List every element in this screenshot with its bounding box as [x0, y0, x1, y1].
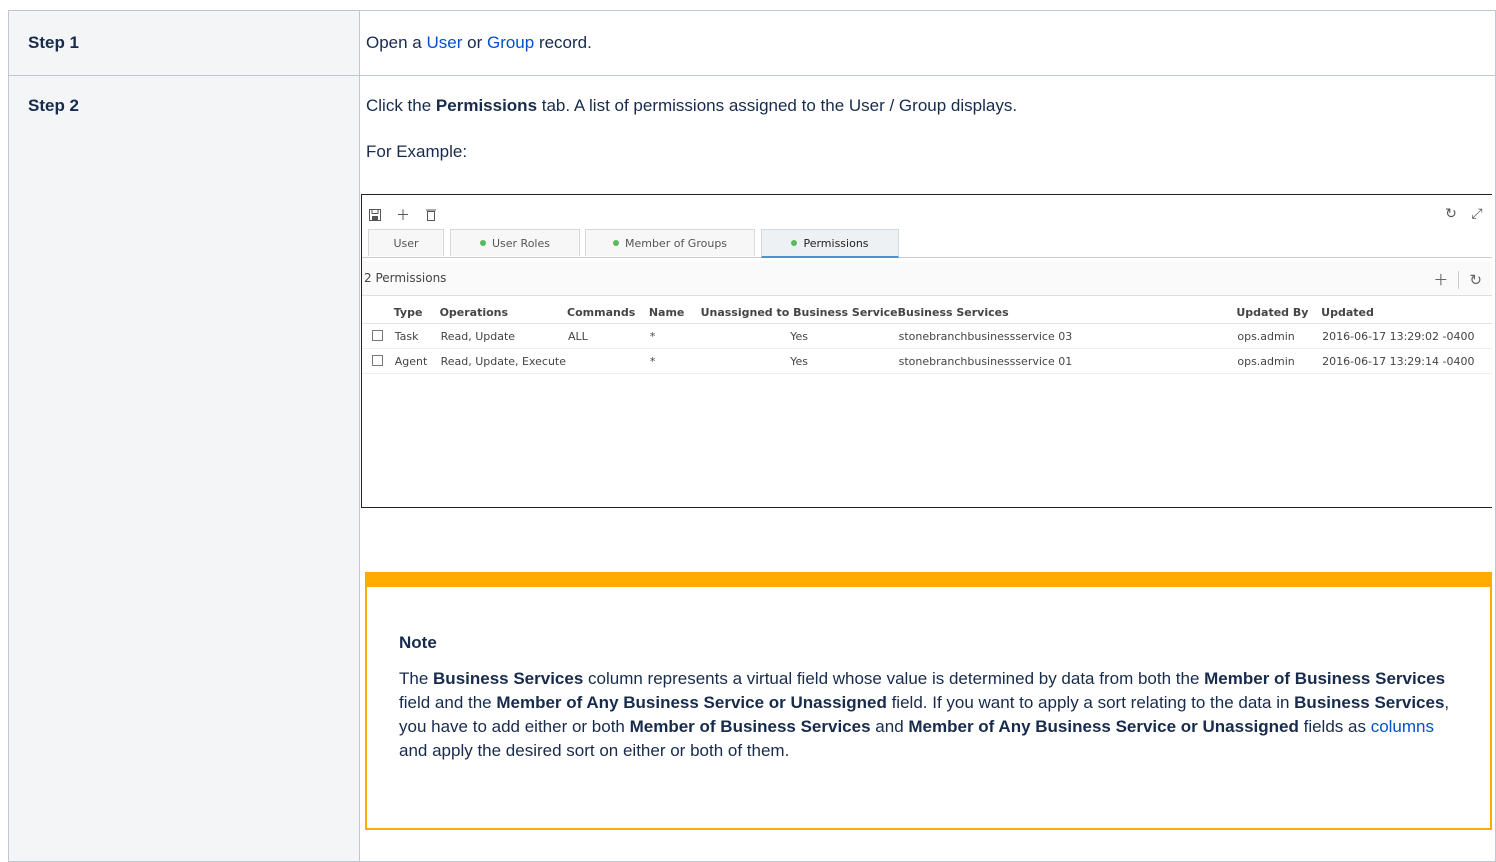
cell-unassigned: Yes	[790, 329, 808, 343]
column-header	[362, 301, 394, 324]
step-row: Step 1 Open a User or Group record.	[8, 10, 1496, 76]
table-row[interactable]: Task Read, Update ALL * Yes stonebranchb…	[362, 324, 1492, 349]
cell-updated: 2016-06-17 13:29:14 -0400	[1322, 354, 1475, 368]
expand-icon[interactable]: ⤢	[1470, 206, 1484, 222]
cell-updated-by: ops.admin	[1237, 329, 1295, 343]
step-header-cell: Step 2	[8, 75, 360, 862]
record-details-icon[interactable]	[372, 355, 384, 366]
record-tabs: User User Roles Member of Groups Permiss…	[362, 229, 1492, 258]
add-icon[interactable]: ＋	[396, 208, 410, 224]
step-content-cell: Open a User or Group record.	[359, 10, 1496, 76]
column-header[interactable]: Type	[393, 301, 440, 324]
column-header[interactable]: Commands	[567, 301, 649, 324]
tab-user[interactable]: User	[368, 229, 444, 256]
save-icon[interactable]	[368, 208, 382, 222]
step-1-text: Open a User or Group record.	[366, 33, 592, 52]
tab-member-of-groups[interactable]: Member of Groups	[585, 229, 755, 256]
note-body: The Business Services column represents …	[399, 669, 1450, 760]
cell-commands: ALL	[568, 329, 588, 343]
columns-link[interactable]: columns	[1371, 717, 1434, 736]
permissions-actions: ＋ ↻	[1433, 269, 1482, 290]
column-header[interactable]: Unassigned to Business Service	[700, 301, 898, 324]
permissions-header: 2 Permissions ＋ ↻	[362, 261, 1492, 296]
grid-header-row: Type Operations Commands Name Unassigned…	[362, 301, 1492, 324]
cell-type: Agent	[394, 354, 428, 368]
step-header-cell: Step 1	[8, 10, 360, 76]
column-header[interactable]: Name	[648, 301, 701, 324]
refresh-permissions-icon[interactable]: ↻	[1469, 271, 1482, 289]
divider	[1458, 270, 1460, 289]
cell-unassigned: Yes	[790, 354, 808, 368]
note-title: Note	[399, 633, 437, 652]
step-label: Step 1	[28, 33, 80, 52]
delete-icon[interactable]	[424, 208, 438, 222]
column-header[interactable]: Operations	[439, 301, 568, 324]
record-details-icon[interactable]	[372, 330, 384, 341]
step-2-text: Click the Permissions tab. A list of per…	[366, 96, 1018, 115]
cell-type: Task	[394, 329, 419, 343]
cell-name: *	[649, 329, 656, 343]
permissions-count: 2 Permissions	[364, 271, 447, 285]
cell-business-services: stonebranchbusinessservice 01	[898, 354, 1073, 368]
record-toolbar: ＋	[368, 207, 438, 224]
refresh-icon[interactable]: ↻	[1444, 206, 1458, 222]
example-label: For Example:	[366, 142, 468, 161]
cell-name: *	[649, 354, 656, 368]
status-dot-icon	[612, 240, 619, 246]
column-header[interactable]: Business Services	[897, 301, 1237, 324]
status-dot-icon	[479, 240, 486, 246]
tab-permissions[interactable]: Permissions	[761, 229, 899, 258]
group-link[interactable]: Group	[487, 33, 534, 52]
user-link[interactable]: User	[427, 33, 463, 52]
add-permission-icon[interactable]: ＋	[1433, 269, 1448, 290]
cell-updated-by: ops.admin	[1237, 354, 1295, 368]
cell-updated: 2016-06-17 13:29:02 -0400	[1322, 329, 1475, 343]
table-row[interactable]: Agent Read, Update, Execute * Yes stoneb…	[362, 349, 1492, 374]
record-toolbar-right: ↻ ⤢	[1444, 206, 1484, 222]
cell-operations: Read, Update	[440, 329, 516, 343]
cell-business-services: stonebranchbusinessservice 03	[898, 329, 1073, 343]
status-dot-icon	[791, 240, 798, 246]
column-header[interactable]: Updated By	[1236, 301, 1322, 324]
cell-operations: Read, Update, Execute	[440, 354, 567, 368]
step-label: Step 2	[28, 96, 80, 115]
permissions-grid: Type Operations Commands Name Unassigned…	[362, 301, 1492, 374]
note-panel: Note The Business Services column repres…	[365, 572, 1492, 830]
tab-user-roles[interactable]: User Roles	[450, 229, 580, 256]
column-header[interactable]: Updated	[1321, 301, 1492, 324]
cell-commands	[567, 349, 649, 374]
permissions-screenshot: ＋ ↻ ⤢ User User Roles Member of Groups P…	[361, 194, 1492, 508]
